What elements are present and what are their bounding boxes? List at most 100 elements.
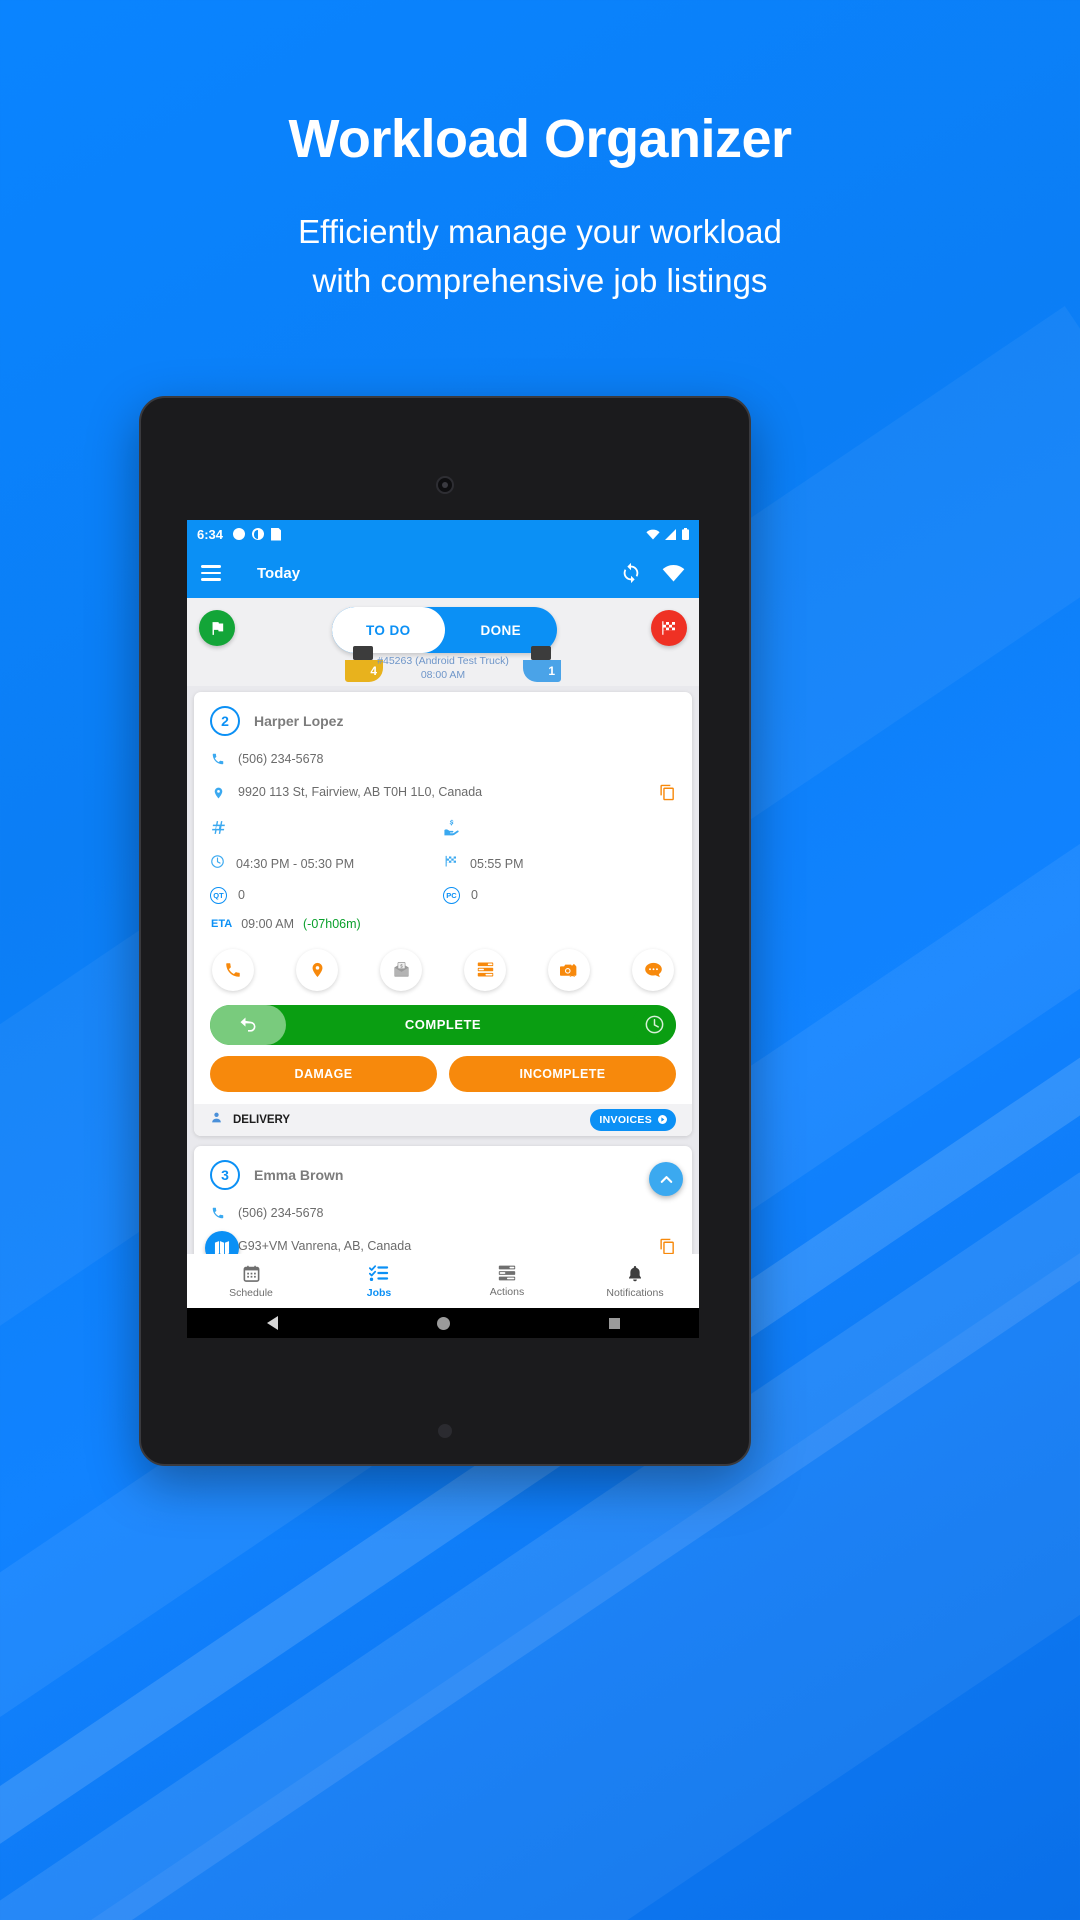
play-arrow-icon [658,1115,667,1125]
job-timewindow-value: 04:30 PM - 05:30 PM [236,856,355,871]
job-phone-value: (506) 234-5678 [238,1205,324,1220]
job-address-row[interactable]: 9920 113 St, Fairview, AB T0H 1L0, Canad… [210,784,676,806]
job-sequence-badge: 2 [210,706,240,736]
person-icon [210,1111,223,1129]
nav-item-actions[interactable]: Actions [443,1264,571,1298]
page-title: Workload Organizer [288,109,792,169]
undo-arrow-icon[interactable] [210,1004,286,1045]
promo-subtitle: Efficiently manage your workload with co… [0,208,1080,306]
home-indicator-dot [438,1424,452,1438]
tablet-device-frame: 6:34 Today TO DO DONE 4 1 #45263 (Androi… [139,396,751,1466]
navigate-action-button[interactable] [296,948,338,991]
job-money-cell [443,819,676,841]
app-bar-actions [620,562,685,584]
job-secondary-buttons: DAMAGE INCOMPLETE [210,1055,676,1092]
hash-icon [210,819,227,841]
wifi-icon [646,529,660,539]
delivery-type-label: DELIVERY [233,1113,291,1126]
job-customer-name: Emma Brown [254,1166,344,1183]
job-time-row: 04:30 PM - 05:30 PM 05:55 PM [210,854,676,874]
signal-icon [665,528,676,540]
nav-item-notifications[interactable]: Notifications [571,1264,699,1299]
job-card[interactable]: 2 Harper Lopez (506) 234-5678 9920 113 S… [194,692,692,1136]
copy-icon[interactable] [659,784,676,806]
location-pin-icon [210,784,226,801]
job-address-value: 9920 113 St, Fairview, AB T0H 1L0, Canad… [238,784,483,799]
checkered-flag-icon[interactable] [651,610,687,646]
job-card-header: 2 Harper Lopez [210,706,676,736]
nav-item-schedule[interactable]: Schedule [187,1264,315,1299]
job-customer-name: Harper Lopez [254,713,344,729]
job-phone-row[interactable]: (506) 234-5678 [210,1205,676,1223]
nav-label-notifications: Notifications [606,1286,664,1299]
half-circle-icon [252,528,265,540]
job-hash-cell [210,819,443,841]
app-bar-title: Today [257,564,301,582]
qt-badge-icon: QT [210,886,227,904]
status-bar-time: 6:34 [197,526,224,542]
invoices-label: INVOICES [599,1113,652,1126]
pc-badge-icon: PC [443,886,460,904]
money-hand-icon [443,819,460,841]
wifi-icon[interactable] [662,564,685,582]
job-action-buttons: $ [212,948,674,991]
job-sequence-badge: 3 [210,1159,240,1190]
server-lines-icon [498,1265,516,1281]
route-id: #45263 (Android Test Truck) [377,655,509,667]
battery-icon [682,528,689,540]
home-circle-icon[interactable] [436,1316,450,1330]
job-delivery-footer: DELIVERY INVOICES [194,1103,692,1136]
status-bar-notification-icons [233,527,282,541]
route-time: 08:00 AM [420,669,466,682]
bottom-navigation: Schedule Jobs Actions Notifications [187,1254,699,1308]
sd-card-icon [271,527,282,541]
payment-action-button[interactable]: $ [380,948,422,991]
job-timewindow-cell: 04:30 PM - 05:30 PM [210,854,443,874]
job-pc-value: 0 [471,888,478,903]
route-filter-strip: TO DO DONE 4 1 #45263 (Android Test Truc… [187,598,699,686]
checklist-icon [369,1264,389,1281]
system-navigation-bar [187,1308,699,1338]
checkered-flag-icon [443,854,459,874]
svg-text:$: $ [400,964,403,970]
promo-text-block: Workload Organizer Efficiently manage yo… [0,108,1080,306]
phone-icon [210,751,226,766]
nav-label-schedule: Schedule [229,1286,273,1299]
job-list[interactable]: 2 Harper Lopez (506) 234-5678 9920 113 S… [187,686,699,1280]
eta-label: ETA [211,917,233,930]
bell-icon [629,1265,641,1281]
camera-signature-action-button[interactable] [548,948,590,991]
invoices-button[interactable]: INVOICES [590,1108,676,1131]
promo-subtitle-line2: with comprehensive job listings [312,261,768,299]
complete-slider-button[interactable]: COMPLETE [210,1004,676,1045]
device-screen: 6:34 Today TO DO DONE 4 1 #45263 (Androi… [187,520,699,1338]
nav-item-jobs[interactable]: Jobs [315,1264,443,1299]
front-camera-icon [436,476,454,494]
job-finishtime-value: 05:55 PM [470,856,524,871]
chat-action-button[interactable] [632,948,674,991]
incomplete-button[interactable]: INCOMPLETE [449,1055,676,1092]
job-phone-row[interactable]: (506) 234-5678 [210,751,676,769]
job-eta-row: ETA 09:00 AM (-07h06m) [210,917,676,931]
sync-icon[interactable] [620,562,642,584]
nav-label-jobs: Jobs [366,1286,392,1299]
clock-icon [210,854,225,874]
job-counts-row: QT 0 PC 0 [210,886,676,904]
job-qt-value: 0 [238,888,245,903]
status-bar: 6:34 [187,520,699,548]
app-bar: Today [187,548,699,598]
nav-label-actions: Actions [489,1286,525,1298]
hamburger-menu-icon[interactable] [201,565,221,581]
job-ref-row [210,819,676,841]
damage-button[interactable]: DAMAGE [210,1055,437,1092]
recents-square-icon[interactable] [608,1317,620,1329]
call-action-button[interactable] [212,948,254,991]
promo-subtitle-line1: Efficiently manage your workload [298,213,782,250]
back-triangle-icon[interactable] [266,1316,278,1330]
green-flag-icon[interactable] [199,610,235,646]
route-summary: #45263 (Android Test Truck) 08:00 AM [187,654,699,683]
scroll-to-top-button[interactable] [649,1162,683,1196]
job-qt-cell: QT 0 [210,886,443,904]
clock-icon[interactable] [632,1004,676,1045]
documents-action-button[interactable] [464,948,506,991]
